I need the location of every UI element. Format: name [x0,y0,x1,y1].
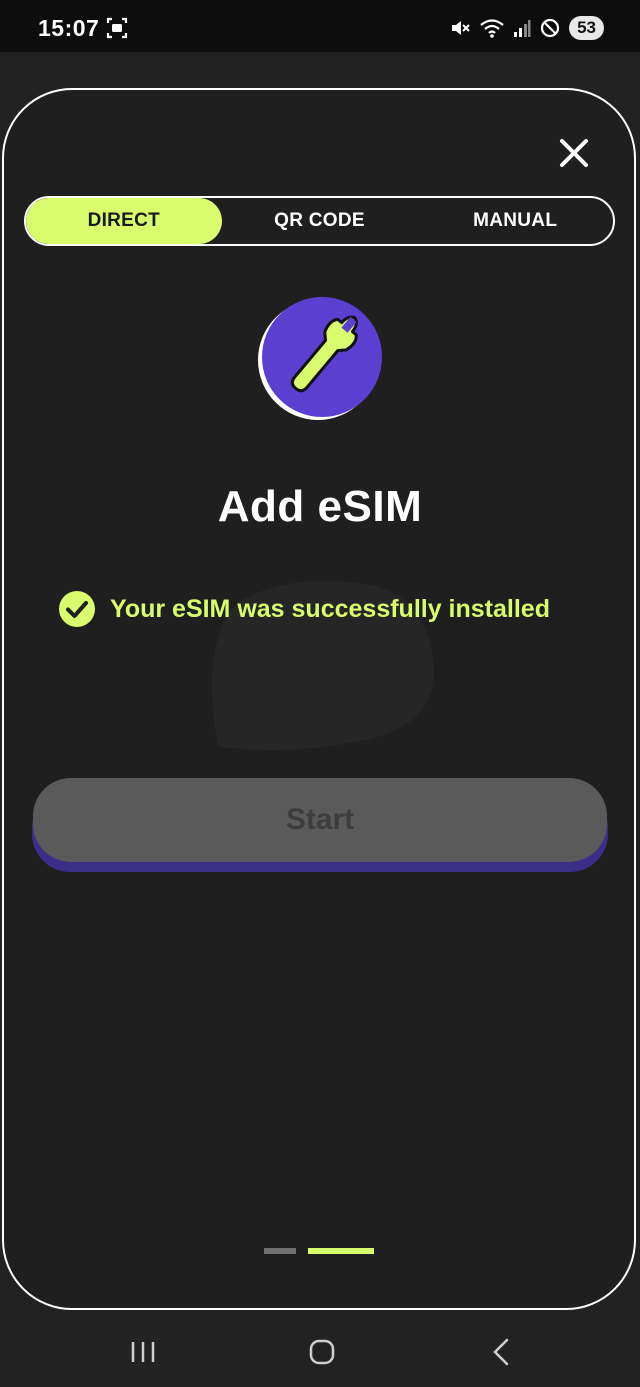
battery-badge: 53 [569,16,604,40]
page-title: Add eSIM [217,482,423,531]
success-text: Your eSIM was successfully installed [110,594,550,623]
status-bar: 15:07 53 [0,0,640,52]
recents-icon[interactable] [123,1334,163,1370]
tab-manual[interactable]: MANUAL [417,198,613,244]
page-dot-2-active [308,1248,374,1254]
wifi-icon [480,19,504,38]
tab-direct[interactable]: DIRECT [26,198,222,244]
page-indicator [264,1248,374,1254]
mute-icon [452,21,470,35]
status-icons: 53 [449,14,604,42]
close-icon[interactable] [555,134,593,172]
screenshot-icon [106,17,128,39]
success-message: Your eSIM was successfully installed [58,590,550,628]
screen: 15:07 53 DIRECT QR CODE MANUAL Add eSIM … [0,0,640,1387]
page-dot-1 [264,1248,296,1254]
home-icon[interactable] [302,1334,342,1370]
tab-qr-code[interactable]: QR CODE [222,198,418,244]
back-icon[interactable] [482,1334,522,1370]
status-time: 15:07 [38,15,100,41]
check-circle-icon [59,591,95,627]
signal-icon [514,20,531,37]
do-not-disturb-icon [540,18,560,38]
install-method-tabs: DIRECT QR CODE MANUAL [24,196,615,246]
wrench-icon [258,297,382,420]
start-button[interactable]: Start [33,778,607,862]
